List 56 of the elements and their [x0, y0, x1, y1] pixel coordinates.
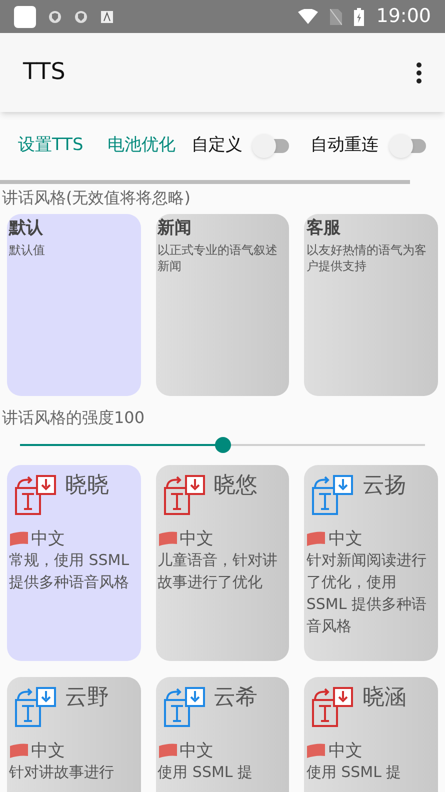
style-description: 以正式专业的语气叙述新闻 [158, 242, 279, 274]
style-name: 新闻 [158, 217, 193, 240]
style-name: 客服 [306, 217, 342, 240]
app-title: TTS [23, 58, 66, 88]
voice-description: 儿童语音，针对讲故事进行了优化 [158, 550, 279, 593]
voice-name: 晓悠 [214, 473, 258, 499]
more-menu-icon[interactable] [416, 62, 422, 84]
voice-name: 晓涵 [362, 685, 406, 711]
section-label: 讲话风格(无效值将将忽略) [1, 187, 192, 209]
style-description: 以友好热情的语气为客户提供支持 [306, 242, 428, 274]
voice-description: 针对新闻阅读进行了优化，使用 SSML 提供多种语音风格 [306, 550, 428, 637]
voice-card[interactable]: 晓涵 中文 使用 SSML 提 [304, 677, 438, 792]
battery-charging-icon [354, 8, 364, 26]
style-card[interactable]: 新闻 以正式专业的语气叙述新闻 [156, 214, 290, 396]
intensity-label: 讲话风格的强度100 [1, 407, 146, 429]
flag-icon [9, 743, 29, 759]
voice-card[interactable]: 晓晓 中文 常规，使用 SSML 提供多种语音风格 [7, 465, 141, 661]
flag-icon [306, 531, 326, 547]
style-card[interactable]: 默认 默认值 [7, 214, 141, 396]
app-icon [14, 6, 36, 28]
voice-name: 云野 [65, 685, 109, 711]
voice-name: 云扬 [362, 473, 406, 499]
slider-thumb[interactable] [214, 437, 230, 453]
language-label: 中文 [31, 741, 65, 761]
switch-label: 自动重连 [310, 134, 379, 158]
link-button[interactable]: 电池优化 [107, 133, 176, 159]
clock: 19:00 [376, 4, 431, 30]
voice-name: 云希 [214, 685, 258, 711]
style-name: 默认 [9, 217, 44, 240]
switch-label: 自定义 [191, 134, 242, 158]
voice-name: 晓晓 [65, 473, 109, 499]
shield-icon [74, 10, 88, 24]
flag-icon [158, 743, 178, 759]
style-card[interactable]: 客服 以友好热情的语气为客户提供支持 [304, 214, 438, 396]
voice-description: 使用 SSML 提 [306, 762, 402, 783]
flag-icon [158, 531, 178, 547]
voice-description: 使用 SSML 提 [158, 762, 254, 783]
link-button[interactable]: 设置TTS [18, 133, 84, 159]
keyboard-icon [100, 10, 114, 24]
language-label: 中文 [180, 529, 214, 549]
language-label: 中文 [31, 529, 65, 549]
language-label: 中文 [328, 529, 362, 549]
flag-icon [306, 743, 326, 759]
language-label: 中文 [328, 741, 362, 761]
voice-card[interactable]: 云扬 中文 针对新闻阅读进行了优化，使用 SSML 提供多种语音风格 [304, 465, 438, 661]
voice-card[interactable]: 云希 中文 使用 SSML 提 [156, 677, 290, 792]
wifi-icon [298, 8, 318, 24]
voice-description: 常规，使用 SSML 提供多种语音风格 [9, 550, 130, 593]
voice-description: 针对讲故事进行 [9, 762, 115, 783]
voice-card[interactable]: 晓悠 中文 儿童语音，针对讲故事进行了优化 [156, 465, 290, 661]
style-description: 默认值 [9, 242, 46, 258]
no-sim-icon [330, 8, 342, 24]
voice-card[interactable]: 云野 中文 针对讲故事进行 [7, 677, 141, 792]
shield-icon [48, 10, 62, 24]
flag-icon [9, 531, 29, 547]
language-label: 中文 [180, 741, 214, 761]
